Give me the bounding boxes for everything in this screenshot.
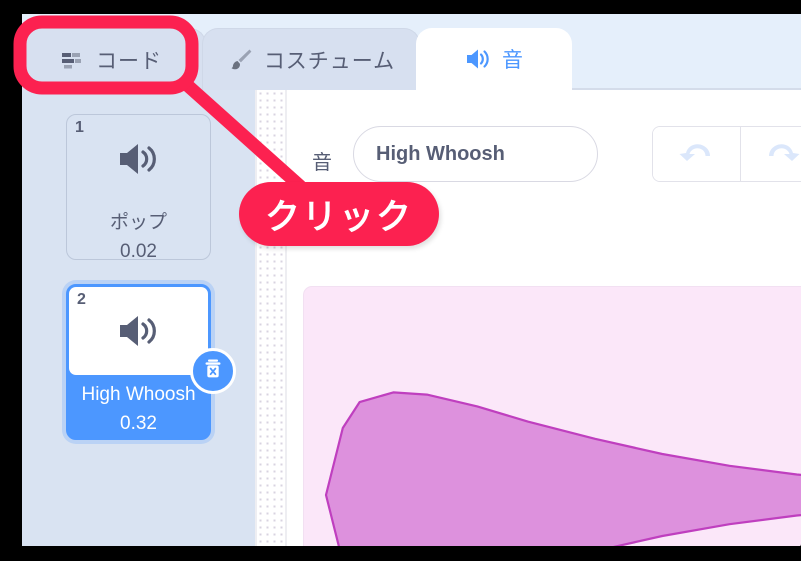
sound-item-name: High Whoosh (69, 383, 208, 407)
panel-divider (255, 90, 287, 546)
waveform-panel[interactable] (303, 286, 801, 546)
sound-editor-panel: 音 (287, 90, 801, 546)
redo-arrow-icon (766, 138, 800, 171)
undo-button[interactable] (653, 127, 740, 181)
tab-sound[interactable]: 音 (416, 28, 572, 90)
undo-redo-button-group (652, 126, 801, 182)
redo-button[interactable] (740, 127, 801, 181)
sound-editor-toolbar: 音 (287, 126, 801, 190)
tab-sound-label: 音 (502, 44, 524, 74)
sound-item-duration: 0.32 (69, 413, 208, 435)
tab-costume-label: コスチューム (264, 45, 395, 75)
paintbrush-icon (227, 46, 254, 73)
sound-list-item-1[interactable]: 1 ポップ 0.02 (66, 114, 211, 260)
sound-thumbnail: 1 (67, 115, 210, 203)
speaker-icon (69, 311, 208, 351)
sound-list-panel: 1 ポップ 0.02 2 (22, 90, 255, 546)
sound-name-input[interactable] (353, 126, 598, 182)
screenshot-frame: コード コスチューム (0, 0, 801, 556)
sound-item-index: 2 (77, 291, 86, 309)
speaker-icon (67, 139, 210, 179)
editor-tab-bar: コード コスチューム (22, 14, 801, 90)
tab-code[interactable]: コード (22, 28, 206, 90)
waveform-area (287, 274, 801, 546)
tab-code-label: コード (96, 45, 162, 75)
sound-list-item-2[interactable]: 2 High Whoosh 0.32 (66, 284, 211, 440)
tab-costume[interactable]: コスチューム (202, 28, 420, 90)
sound-item-duration: 0.02 (67, 241, 210, 263)
sound-item-name: ポップ (67, 211, 210, 235)
sound-name-label: 音 (312, 146, 332, 175)
sound-item-index: 1 (75, 119, 84, 137)
speaker-icon (464, 46, 492, 72)
trash-delete-icon (201, 357, 225, 386)
waveform-graph (304, 287, 801, 546)
sound-thumbnail: 2 (69, 287, 208, 375)
scratch-editor-window: コード コスチューム (22, 14, 801, 546)
undo-arrow-icon (679, 138, 713, 171)
code-blocks-icon (60, 47, 86, 73)
delete-sound-button[interactable] (190, 348, 236, 394)
